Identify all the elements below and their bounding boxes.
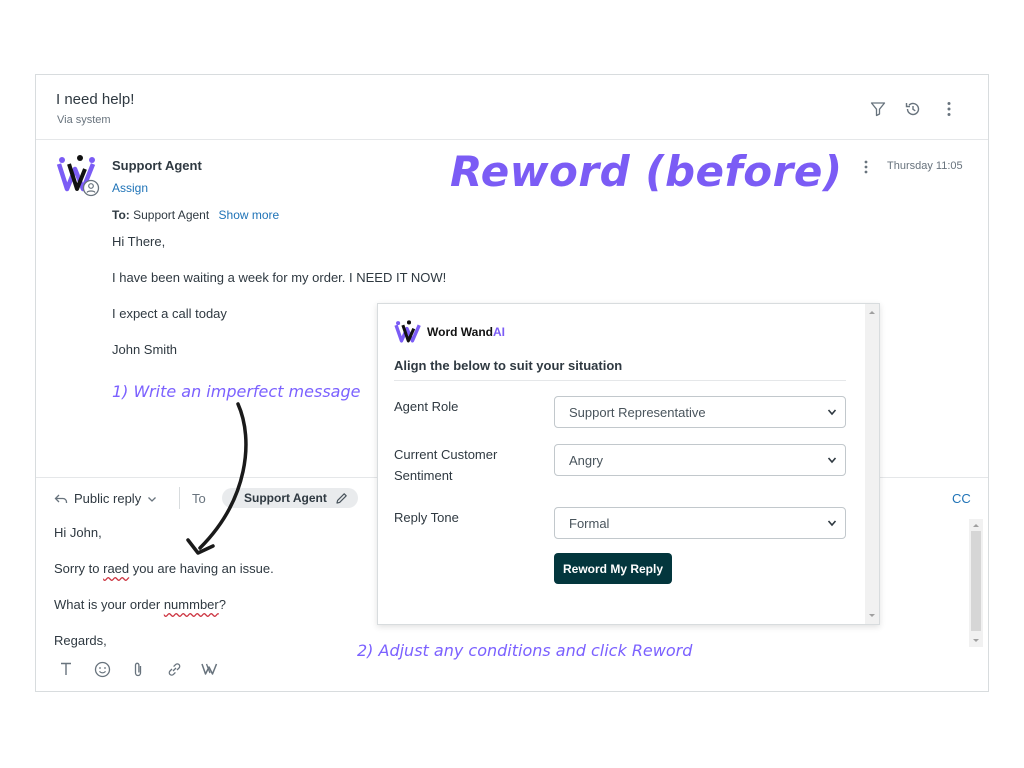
cc-link[interactable]: CC: [952, 491, 971, 506]
reply-line-2[interactable]: Sorry to raed you are having an issue.: [54, 561, 274, 576]
reply-to-label: To: [192, 491, 206, 506]
agent-avatar: [56, 155, 100, 199]
toolbar-divider: [179, 487, 180, 509]
chevron-down-icon: [827, 409, 837, 416]
wordwand-logo-text: Word WandAI: [427, 325, 505, 339]
reply-type-selector[interactable]: Public reply: [54, 491, 157, 506]
recipient-chip[interactable]: Support Agent: [222, 488, 358, 508]
text-format-icon[interactable]: [56, 659, 76, 679]
message-more-icon[interactable]: [858, 159, 874, 175]
recipient-name: Support Agent: [244, 491, 327, 505]
wordwand-panel: Word WandAI Align the below to suit your…: [377, 303, 880, 625]
reply-text: What is your order: [54, 597, 164, 612]
select-value: Angry: [569, 452, 603, 468]
agent-role-select[interactable]: Support Representative: [554, 396, 846, 428]
annotation-title: Reword (before): [450, 147, 843, 196]
wordwand-icon[interactable]: [200, 659, 220, 679]
logo-ai: AI: [493, 325, 505, 339]
history-icon[interactable]: [903, 99, 923, 119]
reply-text: you are having an issue.: [129, 561, 274, 576]
sentiment-select[interactable]: Angry: [554, 444, 846, 476]
scrollbar-thumb[interactable]: [971, 531, 981, 631]
wordwand-logo-icon: [394, 320, 421, 343]
annotation-step1: 1) Write an imperfect message: [112, 382, 361, 401]
chevron-down-icon: [827, 457, 837, 464]
reply-tone-select[interactable]: Formal: [554, 507, 846, 539]
reply-type-label: Public reply: [74, 491, 142, 506]
wordwand-heading: Align the below to suit your situation: [394, 358, 623, 373]
annotation-step2: 2) Adjust any conditions and click Rewor…: [357, 641, 693, 660]
wordwand-logo: Word WandAI: [394, 320, 505, 344]
ticket-subject: I need help!: [56, 91, 135, 108]
reply-scrollbar[interactable]: [969, 519, 983, 647]
logo-word: Word Wand: [427, 325, 493, 339]
misspelled-word[interactable]: nummber: [164, 597, 219, 612]
misspelled-word[interactable]: raed: [103, 561, 129, 576]
show-more-link[interactable]: Show more: [219, 208, 280, 222]
message-line: Hi There,: [112, 234, 166, 249]
message-recipients: To: Support Agent Show more: [112, 208, 279, 222]
ticket-channel: Via system: [57, 114, 111, 126]
heading-divider: [394, 380, 846, 381]
reword-button[interactable]: Reword My Reply: [554, 553, 672, 584]
select-value: Support Representative: [569, 404, 706, 420]
field-label-agent-role: Agent Role: [394, 399, 459, 414]
message-line: I have been waiting a week for my order.…: [112, 270, 447, 285]
chevron-down-icon: [147, 495, 157, 503]
emoji-icon[interactable]: [92, 659, 112, 679]
reply-text: Sorry to: [54, 561, 104, 576]
message-timestamp: Thursday 11:05: [887, 160, 963, 172]
attachment-icon[interactable]: [128, 659, 148, 679]
panel-scrollbar[interactable]: [865, 304, 879, 624]
ticket-header: I need help! Via system: [36, 75, 988, 140]
reply-text: ?: [218, 597, 226, 612]
message-line: I expect a call today: [112, 306, 227, 321]
field-label-sentiment: Current Customer Sentiment: [394, 447, 498, 483]
reply-arrow-icon: [54, 493, 68, 505]
message-line: John Smith: [112, 342, 178, 357]
reply-line-3[interactable]: What is your order nummber?: [54, 597, 226, 612]
message-author[interactable]: Support Agent: [112, 158, 202, 173]
edit-pencil-icon[interactable]: [335, 492, 348, 505]
reply-signoff[interactable]: Regards,: [54, 633, 107, 648]
more-vertical-icon[interactable]: [939, 99, 959, 119]
assign-link[interactable]: Assign: [112, 181, 148, 195]
chevron-down-icon: [827, 520, 837, 527]
reply-greeting[interactable]: Hi John,: [54, 525, 102, 540]
to-prefix: To:: [112, 208, 130, 222]
to-name: Support Agent: [133, 208, 210, 222]
filter-icon[interactable]: [868, 99, 888, 119]
link-icon[interactable]: [164, 659, 184, 679]
field-label-reply-tone: Reply Tone: [394, 510, 459, 525]
select-value: Formal: [569, 515, 610, 531]
